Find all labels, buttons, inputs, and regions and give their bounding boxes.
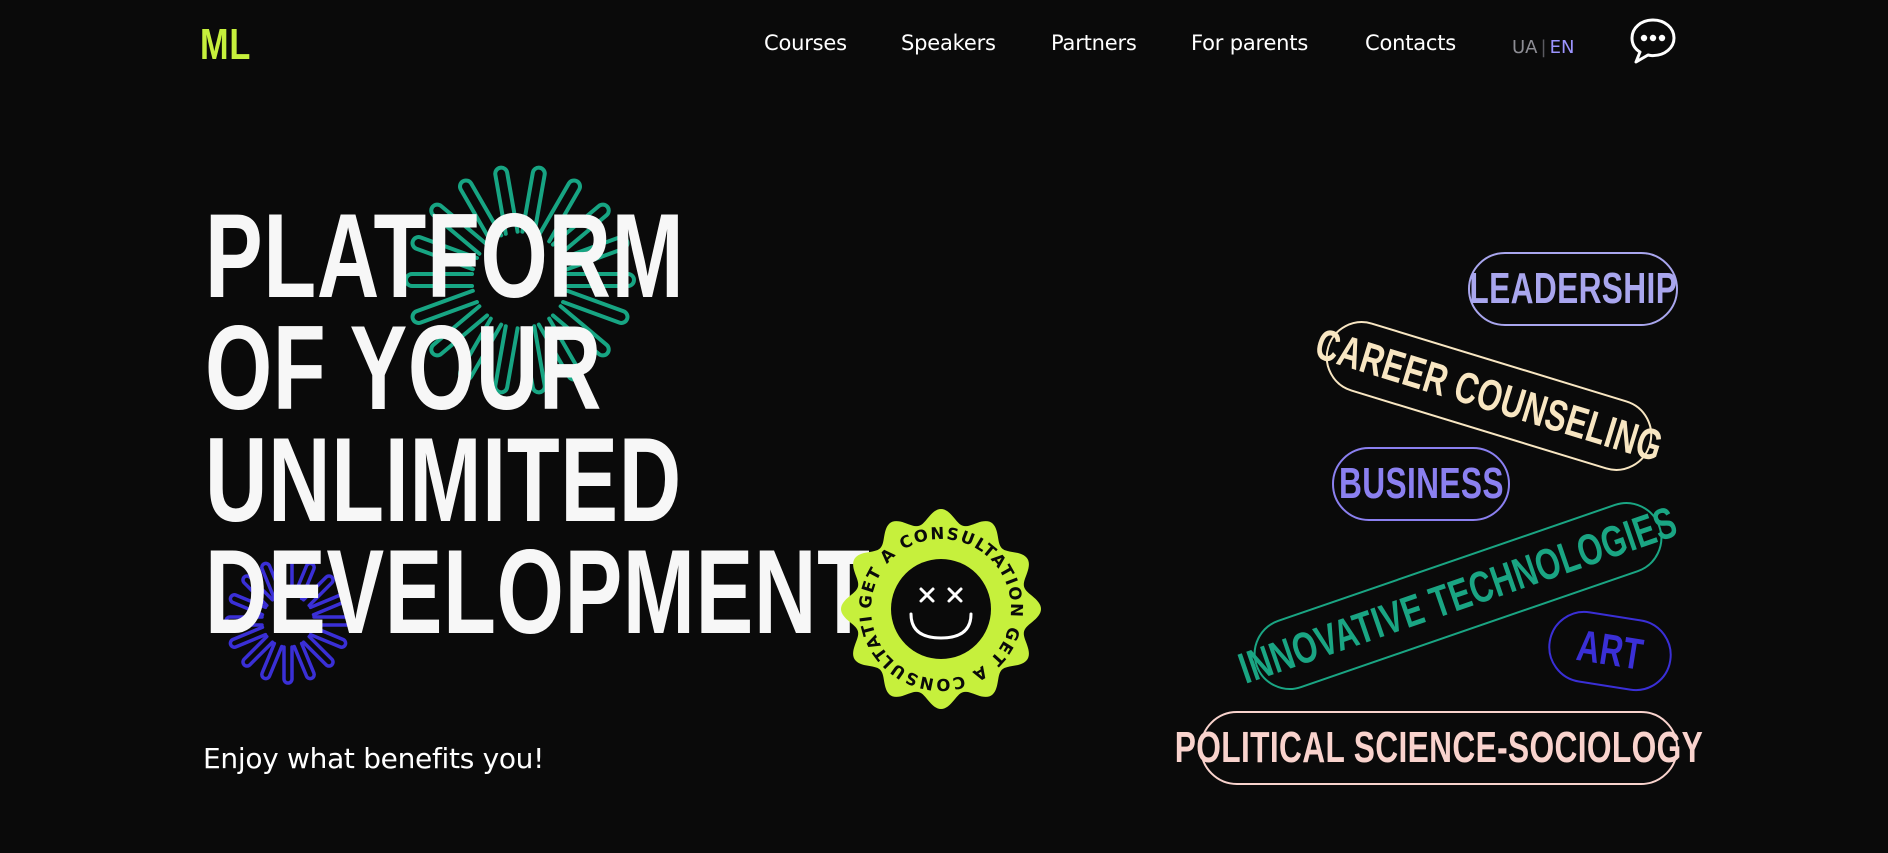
- hero-title-line-1: PLATFORM: [205, 189, 685, 323]
- nav-courses[interactable]: Courses: [764, 31, 847, 55]
- hero-title-line-2: OF YOUR: [205, 301, 603, 435]
- main-nav: Courses Speakers Partners For parents Co…: [0, 31, 1888, 63]
- tag-political-science-sociology[interactable]: POLITICAL SCIENCE-SOCIOLOGY: [1175, 711, 1703, 785]
- hero-title: PLATFORM OF YOUR UNLIMITED DEVELOPMENT: [205, 189, 871, 659]
- nav-speakers[interactable]: Speakers: [901, 31, 996, 55]
- landing-page: ML Courses Speakers Partners For parents…: [0, 0, 1888, 853]
- lang-separator: |: [1540, 37, 1547, 58]
- hero-title-line-3: UNLIMITED: [205, 413, 682, 547]
- hero-title-line-4: DEVELOPMENT: [205, 525, 871, 659]
- tag-business[interactable]: BUSINESS: [1332, 447, 1510, 521]
- nav-partners[interactable]: Partners: [1051, 31, 1137, 55]
- nav-contacts[interactable]: Contacts: [1365, 31, 1456, 55]
- chat-bubble-dots-icon: [1630, 18, 1676, 64]
- chat-button[interactable]: [1628, 16, 1678, 66]
- lang-ua[interactable]: UA: [1512, 37, 1538, 58]
- tag-leadership[interactable]: LEADERSHIP: [1468, 252, 1678, 326]
- hero-subtitle: Enjoy what benefits you!: [203, 742, 545, 775]
- lang-en[interactable]: EN: [1550, 37, 1575, 58]
- nav-for-parents[interactable]: For parents: [1191, 31, 1308, 55]
- consultation-badge[interactable]: GET A CONSULTATION GET A CONSULTATION: [830, 491, 1044, 712]
- language-switcher: UA | EN: [1512, 37, 1574, 58]
- tag-art[interactable]: ART: [1543, 605, 1677, 697]
